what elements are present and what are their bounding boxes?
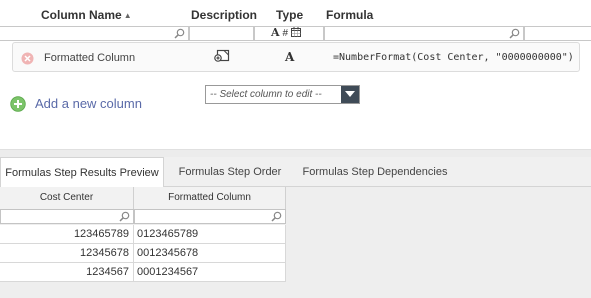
type-header: Type bbox=[276, 8, 304, 22]
calendar-icon[interactable] bbox=[291, 27, 302, 37]
formula-header: Formula bbox=[326, 8, 374, 22]
formatted-column-header[interactable]: Formatted Column bbox=[134, 187, 286, 209]
caret-down-icon bbox=[345, 91, 355, 97]
results-preview-panel: Cost Center Formatted Column 123465789 0… bbox=[0, 187, 591, 298]
formatted-column-filter[interactable] bbox=[134, 209, 286, 224]
tab-step-order[interactable]: Formulas Step Order bbox=[170, 157, 290, 187]
table-row: 1234567 0001234567 bbox=[0, 263, 286, 282]
column-name-header[interactable]: Column Name ▲ bbox=[41, 8, 132, 22]
cost-center-cell: 1234567 bbox=[0, 263, 134, 282]
column-name-cell[interactable]: Formatted Column bbox=[44, 52, 135, 64]
formula-filter[interactable] bbox=[324, 26, 524, 41]
cost-center-cell: 123465789 bbox=[0, 225, 134, 244]
tab-bar: Formulas Step Results Preview Formulas S… bbox=[0, 157, 591, 188]
text-type-icon[interactable]: A bbox=[271, 26, 280, 39]
text-type-icon: A bbox=[285, 50, 295, 64]
formula-cell[interactable]: =NumberFormat(Cost Center, "0000000000") bbox=[333, 52, 574, 63]
type-filter[interactable]: A # bbox=[254, 26, 324, 41]
add-column-link[interactable]: Add a new column bbox=[35, 96, 142, 111]
cost-center-cell: 12345678 bbox=[0, 244, 134, 263]
number-type-icon[interactable]: # bbox=[283, 28, 289, 39]
filter-row: A # bbox=[0, 26, 591, 41]
formatted-column-cell: 0012345678 bbox=[134, 244, 286, 263]
formatted-column-cell: 0001234567 bbox=[134, 263, 286, 282]
tab-results-preview[interactable]: Formulas Step Results Preview bbox=[0, 157, 164, 188]
edit-description-icon[interactable] bbox=[214, 49, 230, 63]
column-row[interactable]: Formatted Column A =NumberFormat(Cost Ce… bbox=[12, 42, 580, 72]
tab-step-dependencies[interactable]: Formulas Step Dependencies bbox=[296, 157, 454, 187]
magnifier-icon bbox=[174, 28, 185, 39]
delete-circle-icon[interactable] bbox=[21, 52, 34, 65]
cost-center-header[interactable]: Cost Center bbox=[0, 187, 134, 209]
magnifier-icon bbox=[509, 28, 520, 39]
dropdown-button[interactable] bbox=[341, 86, 359, 103]
description-header: Description bbox=[191, 8, 258, 22]
formatted-column-cell: 0123465789 bbox=[134, 225, 286, 244]
type-filter-icons: A # bbox=[271, 26, 302, 39]
table-row: 12345678 0012345678 bbox=[0, 244, 286, 263]
panel-splitter[interactable] bbox=[0, 149, 591, 157]
magnifier-icon bbox=[271, 211, 282, 222]
magnifier-icon bbox=[119, 211, 130, 222]
add-circle-icon[interactable] bbox=[10, 96, 26, 112]
select-column-dropdown[interactable]: -- Select column to edit -- bbox=[205, 85, 360, 104]
extra-filter bbox=[524, 26, 591, 41]
sort-ascending-icon: ▲ bbox=[123, 11, 132, 20]
column-name-filter[interactable] bbox=[0, 26, 189, 41]
select-column-placeholder: -- Select column to edit -- bbox=[210, 89, 322, 100]
cost-center-filter[interactable] bbox=[0, 209, 134, 224]
table-row: 123465789 0123465789 bbox=[0, 225, 286, 244]
description-filter[interactable] bbox=[189, 26, 254, 41]
